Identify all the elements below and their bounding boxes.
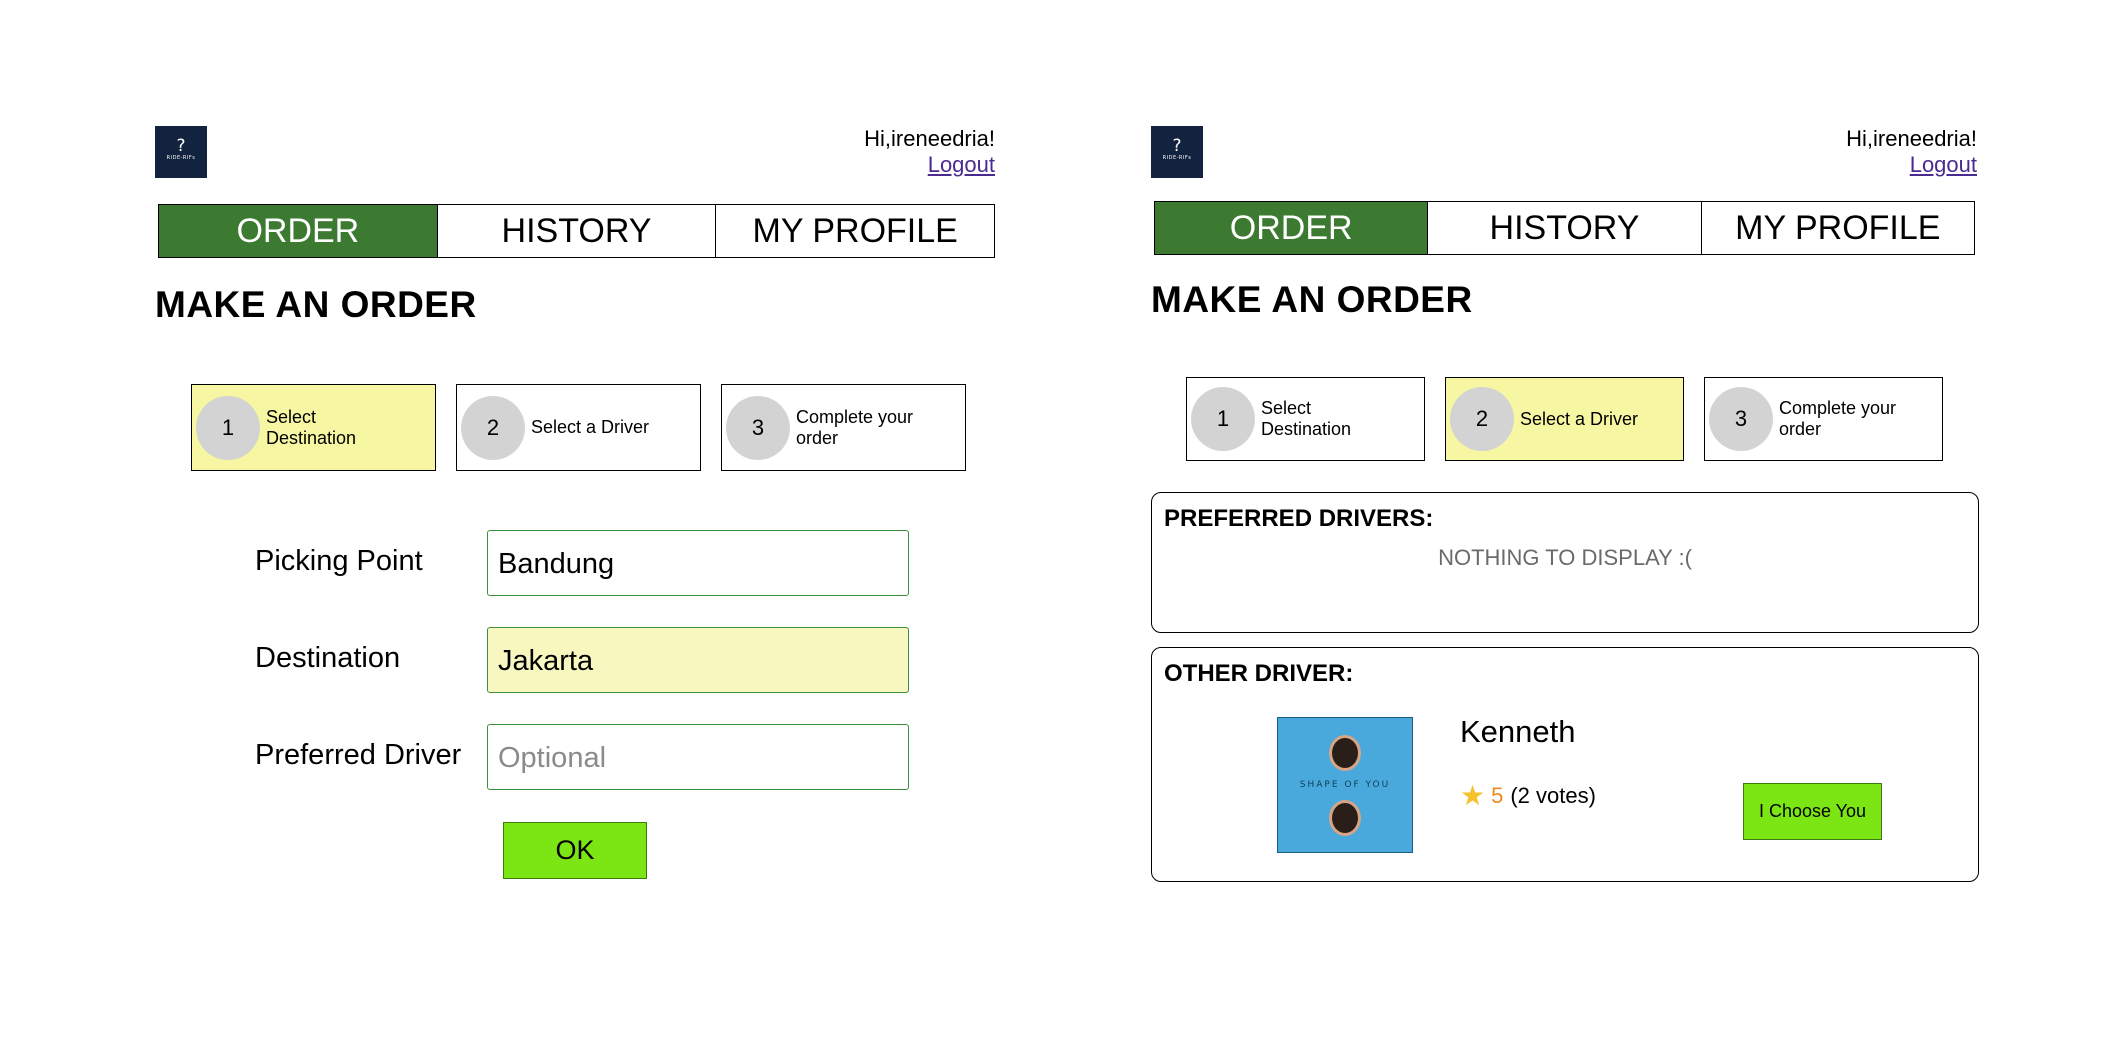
other-drivers-heading: OTHER DRIVER: [1164,660,1354,687]
step-select-destination: 1 Select Destination [1186,377,1425,461]
user-greeting-block: Hi,ireneedria! Logout [1846,126,1977,178]
step-label: Select Destination [1261,398,1352,439]
order-steps: 1 Select Destination 2 Select a Driver 3… [1186,377,1943,461]
order-step-1-panel: ? RIDE-RIFs Hi,ireneedria! Logout ORDER … [155,0,996,1063]
tab-order[interactable]: ORDER [1154,201,1429,255]
preferred-drivers-box: PREFERRED DRIVERS: NOTHING TO DISPLAY :( [1151,492,1979,633]
preferred-driver-input[interactable]: Optional [487,724,909,790]
logout-link[interactable]: Logout [928,152,995,178]
tab-history[interactable]: HISTORY [437,204,717,258]
destination-label: Destination [255,642,401,674]
step-label: Complete your order [796,406,914,448]
main-nav-tabs: ORDER HISTORY MY PROFILE [1154,201,1975,255]
step-number: 2 [461,395,525,460]
star-icon: ★ [1460,780,1486,811]
destination-input[interactable]: Jakarta [487,627,909,693]
order-step-2-panel: ? RIDE-RIFs Hi,ireneedria! Logout ORDER … [1151,0,1979,1063]
driver-name: Kenneth [1460,714,1576,749]
logout-link[interactable]: Logout [1910,152,1977,178]
preferred-driver-row: Preferred Driver Optional [255,724,955,790]
user-greeting-block: Hi,ireneedria! Logout [864,126,995,178]
driver-rating: ★ 5 (2 votes) [1460,779,1596,812]
step-label: Select a Driver [531,417,650,437]
page-title: MAKE AN ORDER [1151,279,1473,320]
order-steps: 1 Select Destination 2 Select a Driver 3… [191,384,966,471]
step-label: Complete your order [1779,398,1897,439]
tab-my-profile[interactable]: MY PROFILE [1701,201,1975,255]
logo-mark: ? [176,136,186,156]
preferred-driver-label: Preferred Driver [255,739,462,771]
destination-row: Destination Jakarta [255,627,955,693]
picking-point-row: Picking Point Bandung [255,530,955,596]
app-logo[interactable]: ? RIDE-RIFs [1151,126,1203,178]
driver-face-top [1329,735,1361,771]
app-logo[interactable]: ? RIDE-RIFs [155,126,207,178]
logo-caption: RIDE-RIFs [166,155,196,161]
other-drivers-box: OTHER DRIVER: SHAPE OF YOU Kenneth ★ 5 (… [1151,647,1979,882]
tab-history[interactable]: HISTORY [1428,201,1702,255]
driver-face-bottom [1329,800,1361,836]
logo-mark: ? [1172,136,1182,156]
empty-state-text: NOTHING TO DISPLAY :( [1438,545,1692,570]
tab-order[interactable]: ORDER [158,204,438,258]
rating-votes: (2 votes) [1510,782,1596,808]
ok-button[interactable]: OK [503,822,647,879]
main-nav-tabs: ORDER HISTORY MY PROFILE [158,204,996,258]
step-number: 3 [1709,387,1773,451]
logo-caption: RIDE-RIFs [1162,155,1192,161]
step-select-destination: 1 Select Destination [191,384,436,471]
picking-point-input[interactable]: Bandung [487,530,909,596]
step-select-driver: 2 Select a Driver [456,384,701,471]
step-number: 1 [1191,387,1255,451]
choose-driver-button[interactable]: I Choose You [1743,783,1882,840]
step-complete-order: 3 Complete your order [1704,377,1943,461]
page-title: MAKE AN ORDER [155,284,477,325]
tab-my-profile[interactable]: MY PROFILE [716,204,996,258]
step-number: 2 [1450,387,1514,451]
picking-point-label: Picking Point [255,545,423,577]
step-label: Select a Driver [1520,408,1639,429]
greeting-text: Hi,ireneedria! [864,126,995,151]
step-number: 3 [726,395,790,460]
photo-caption: SHAPE OF YOU [1299,780,1391,790]
driver-photo: SHAPE OF YOU [1277,717,1413,853]
step-number: 1 [196,395,260,460]
step-complete-order: 3 Complete your order [721,384,966,471]
preferred-drivers-heading: PREFERRED DRIVERS: [1164,505,1434,532]
greeting-text: Hi,ireneedria! [1846,126,1977,151]
rating-score: 5 [1491,782,1504,808]
step-select-driver: 2 Select a Driver [1445,377,1684,461]
step-label: Select Destination [266,406,357,448]
